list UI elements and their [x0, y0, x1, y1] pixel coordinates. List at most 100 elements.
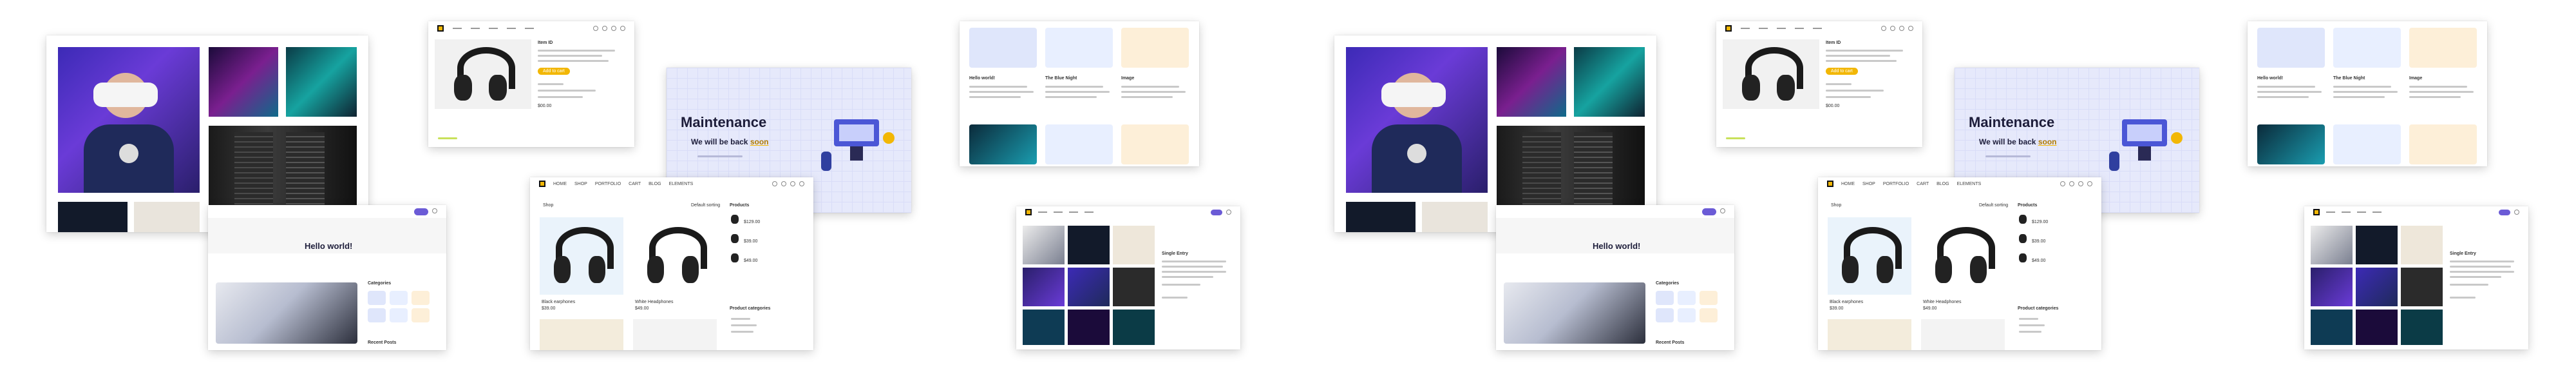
product-image: [435, 39, 531, 109]
hello-world-card: Hello world! Categories Recent Posts: [1496, 205, 1734, 350]
menu-portfolio[interactable]: PORTFOLIO: [595, 182, 621, 186]
sidebar-categories-title: Product categories: [2018, 306, 2059, 311]
menu-elements[interactable]: ELEMENTS: [669, 182, 694, 186]
logo-icon: [1025, 209, 1032, 215]
post-title-2[interactable]: The Blue Night: [2333, 76, 2365, 81]
product-name-2[interactable]: White Headphones: [635, 300, 674, 304]
product-image-2[interactable]: [633, 217, 717, 295]
vr-photo: [1346, 47, 1488, 193]
post-title-2[interactable]: The Blue Night: [1045, 76, 1077, 81]
navbar: [2304, 206, 2528, 218]
sidebar-products-title: Products: [730, 203, 750, 208]
menu-home[interactable]: HOME: [553, 182, 567, 186]
maintenance-illustration: [2109, 113, 2186, 171]
shop-navbar: HOME SHOP PORTFOLIO CART BLOG ELEMENTS: [530, 177, 813, 190]
add-to-cart-button[interactable]: Add to cart: [538, 68, 570, 75]
navbar: [1716, 21, 1922, 35]
code-photo: [58, 202, 128, 232]
product-image-2[interactable]: [1921, 217, 2005, 295]
post-title-1[interactable]: Hello world!: [2257, 76, 2283, 81]
sidebar-title-categories: Categories: [1656, 281, 1680, 286]
blog-thumb-3: [2409, 28, 2477, 68]
product-price-2: $49.00: [1923, 306, 1937, 311]
shop-navbar: HOME SHOP PORTFOLIO CART BLOG ELEMENTS: [1818, 177, 2101, 190]
menu-elements[interactable]: ELEMENTS: [1957, 182, 1982, 186]
price-tag: $00.00: [1826, 104, 1840, 108]
product-detail-card: Item ID Add to cart $00.00: [1716, 21, 1922, 147]
post-title: Single Entry: [2450, 251, 2476, 256]
sidebar-title-recent: Recent Posts: [368, 340, 397, 345]
product-detail-card: Item ID Add to cart $00.00: [428, 21, 634, 147]
maintenance-subtitle: We will be back soon: [691, 137, 769, 146]
product-image: [1723, 39, 1819, 109]
shop-card: HOME SHOP PORTFOLIO CART BLOG ELEMENTS S…: [530, 177, 813, 350]
product-image-1[interactable]: [1828, 217, 1911, 295]
menu-home[interactable]: HOME: [1841, 182, 1855, 186]
sidebar-title-categories: Categories: [368, 281, 392, 286]
post-title: Single Entry: [1162, 251, 1188, 256]
sort-select[interactable]: Default sorting: [691, 203, 720, 208]
sort-select[interactable]: Default sorting: [1979, 203, 2008, 208]
maintenance-title: Maintenance: [681, 114, 767, 130]
maintenance-title: Maintenance: [1969, 114, 2055, 130]
blog-thumb-1: [2257, 28, 2325, 68]
gallery-card: [1334, 35, 1656, 232]
hello-title: Hello world!: [305, 241, 353, 251]
blog-thumb-2: [1045, 28, 1113, 68]
menu-cart[interactable]: CART: [1917, 182, 1929, 186]
product-price-1: $39.00: [1830, 306, 1844, 311]
blog-thumb-3: [1121, 28, 1189, 68]
robot-photo: [134, 202, 200, 232]
post-title-3[interactable]: Image: [2409, 76, 2422, 81]
product-name-2[interactable]: White Headphones: [1923, 300, 1962, 304]
product-label: Item ID: [538, 41, 553, 45]
navbar: [428, 21, 634, 35]
add-to-cart-button[interactable]: Add to cart: [1826, 68, 1858, 75]
product-price-1: $39.00: [542, 306, 556, 311]
tech-photo: [1574, 47, 1645, 117]
menu-blog[interactable]: BLOG: [649, 182, 661, 186]
menu-shop[interactable]: SHOP: [1862, 182, 1875, 186]
sidebar-products-title: Products: [2018, 203, 2038, 208]
logo-icon: [539, 181, 545, 187]
game-photo: [209, 47, 278, 117]
breadcrumb: Shop: [543, 203, 554, 208]
post-title-1[interactable]: Hello world!: [969, 76, 995, 81]
showcase-set-2: Item ID Add to cart $00.00 Maintenance W…: [1288, 0, 2576, 374]
product-name-1[interactable]: Black earphones: [542, 300, 575, 304]
maintenance-illustration: [821, 113, 898, 171]
vr-photo: [58, 47, 200, 193]
single-post-card: Single Entry: [1016, 206, 1240, 349]
navbar: [208, 205, 446, 218]
tech-photo: [286, 47, 357, 117]
product-image-1[interactable]: [540, 217, 623, 295]
showcase-set-1: Item ID Add to cart $00.00 Maintenance W…: [0, 0, 1288, 374]
navbar: [1016, 206, 1240, 218]
post-title-3[interactable]: Image: [1121, 76, 1134, 81]
sidebar-categories-title: Product categories: [730, 306, 771, 311]
blog-grid-card: Hello world! The Blue Night Image: [2248, 21, 2487, 166]
blog-thumb-1: [969, 28, 1037, 68]
product-price-2: $49.00: [635, 306, 649, 311]
hello-feature-image: [1504, 282, 1645, 344]
product-label: Item ID: [1826, 41, 1841, 45]
menu-shop[interactable]: SHOP: [574, 182, 587, 186]
menu-blog[interactable]: BLOG: [1937, 182, 1949, 186]
logo-icon: [1827, 181, 1833, 187]
product-name-1[interactable]: Black earphones: [1830, 300, 1863, 304]
hello-world-card: Hello world! Categories Recent Posts: [208, 205, 446, 350]
gallery-card: [46, 35, 368, 232]
logo-icon: [1725, 25, 1732, 32]
game-photo: [1497, 47, 1566, 117]
single-post-card: Single Entry: [2304, 206, 2528, 349]
shop-card: HOME SHOP PORTFOLIO CART BLOG ELEMENTS S…: [1818, 177, 2101, 350]
menu-cart[interactable]: CART: [629, 182, 641, 186]
navbar: [1496, 205, 1734, 218]
robot-photo: [1422, 202, 1488, 232]
blog-grid-card: Hello world! The Blue Night Image: [960, 21, 1199, 166]
blog-thumb-2: [2333, 28, 2401, 68]
maintenance-subtitle: We will be back soon: [1979, 137, 2057, 146]
logo-icon: [2313, 209, 2320, 215]
breadcrumb: Shop: [1831, 203, 1842, 208]
menu-portfolio[interactable]: PORTFOLIO: [1883, 182, 1909, 186]
